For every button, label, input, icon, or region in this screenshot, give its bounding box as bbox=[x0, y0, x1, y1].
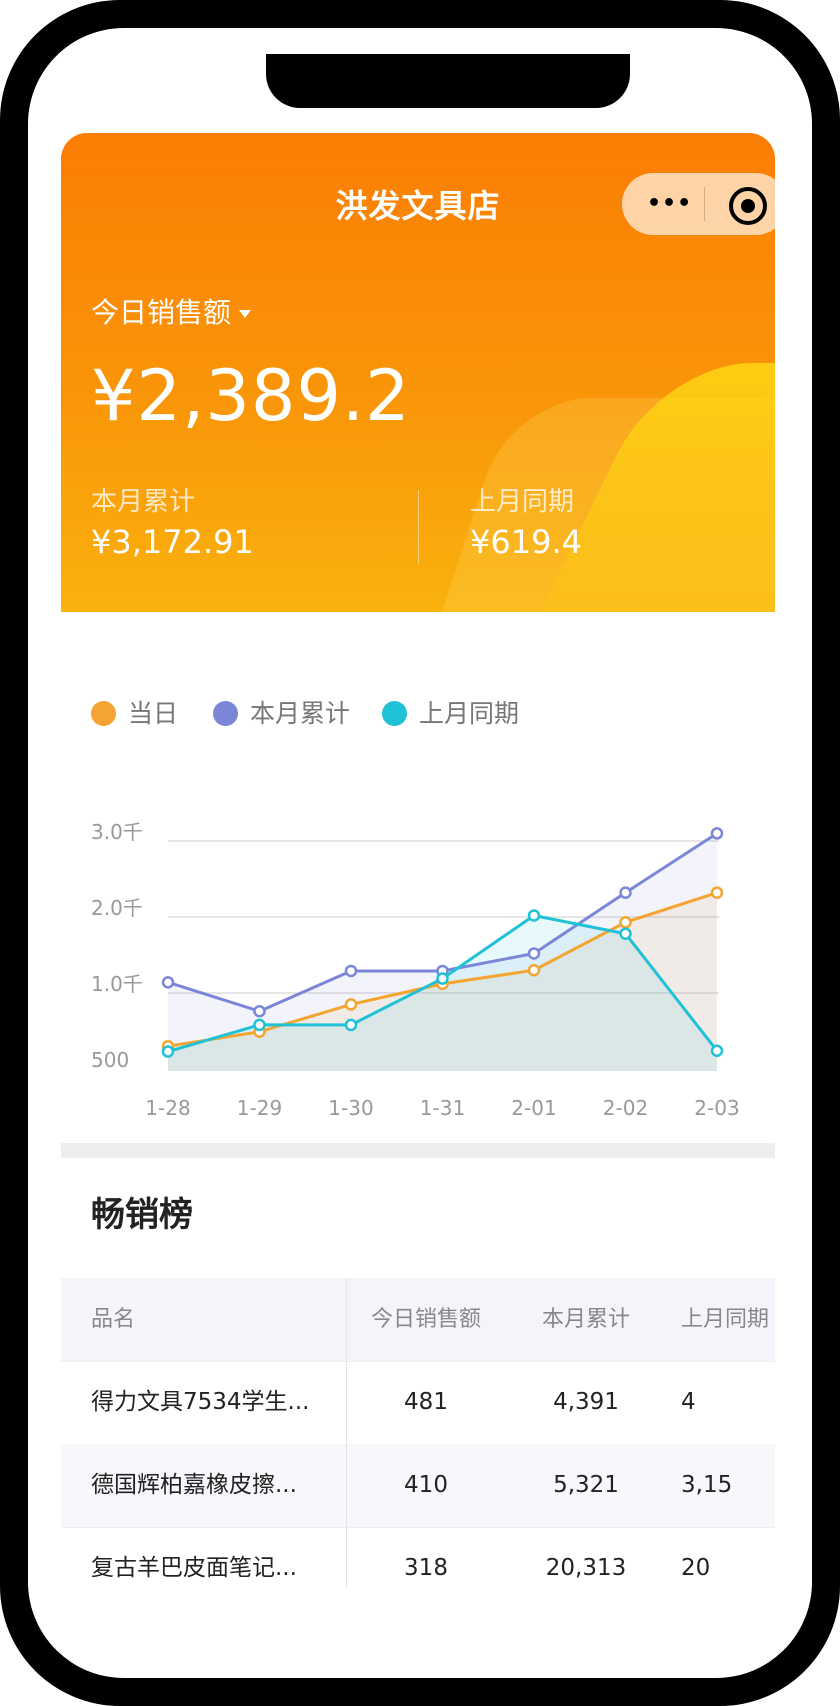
first-column-divider bbox=[346, 1278, 347, 1588]
today-sales: 410 bbox=[404, 1472, 448, 1498]
section-separator bbox=[61, 1143, 775, 1158]
table-header: 品名 今日销售额 本月累计 上月同期 bbox=[61, 1278, 775, 1362]
legend-dot bbox=[382, 701, 407, 726]
x-tick-label: 1-30 bbox=[328, 1096, 373, 1120]
product-name: 复古羊巴皮面笔记... bbox=[91, 1555, 297, 1581]
data-point[interactable] bbox=[436, 972, 449, 985]
caret-down-icon bbox=[239, 310, 252, 318]
data-point[interactable] bbox=[253, 1004, 266, 1018]
y-tick-label: 2.0千 bbox=[91, 896, 143, 920]
x-tick-label: 1-29 bbox=[237, 1096, 282, 1120]
table-row[interactable]: 复古羊巴皮面笔记... 318 20,313 20 bbox=[61, 1527, 775, 1588]
data-point[interactable] bbox=[344, 1018, 358, 1032]
data-point[interactable] bbox=[161, 976, 175, 989]
data-point[interactable] bbox=[527, 909, 541, 922]
metric-selector[interactable]: 今日销售额 bbox=[91, 291, 252, 331]
data-point[interactable] bbox=[619, 916, 632, 929]
table-row[interactable]: 德国辉柏嘉橡皮擦... 410 5,321 3,15 bbox=[61, 1444, 775, 1528]
data-point[interactable] bbox=[710, 886, 724, 899]
data-point[interactable] bbox=[619, 886, 632, 899]
bestseller-table: 品名 今日销售额 本月累计 上月同期 得力文具7534学生... 481 4,3… bbox=[61, 1278, 775, 1588]
month-sales: 5,321 bbox=[553, 1472, 619, 1498]
table-row[interactable]: 得力文具7534学生... 481 4,391 4 bbox=[61, 1361, 775, 1445]
product-name: 得力文具7534学生... bbox=[91, 1389, 310, 1415]
x-tick-label: 2-03 bbox=[694, 1096, 739, 1120]
y-tick-label: 500 bbox=[91, 1048, 129, 1072]
header-today: 今日销售额 bbox=[370, 1307, 481, 1332]
month-total-value: ¥3,172.91 bbox=[91, 523, 254, 561]
x-tick-label: 1-31 bbox=[420, 1096, 465, 1120]
header-month: 本月累计 bbox=[541, 1307, 630, 1332]
phone-frame: 洪发文具店 ••• 今日销售额 ¥2,389.2 本月累计 ¥3,172.91 … bbox=[0, 0, 840, 1706]
data-point[interactable] bbox=[710, 827, 724, 840]
sales-header-card: 洪发文具店 ••• 今日销售额 ¥2,389.2 本月累计 ¥3,172.91 … bbox=[61, 133, 775, 612]
legend-label: 当日 bbox=[128, 699, 179, 728]
target-circle-icon[interactable] bbox=[729, 187, 767, 225]
data-point[interactable] bbox=[710, 1044, 724, 1058]
today-sales-value: ¥2,389.2 bbox=[91, 355, 411, 437]
y-tick-label: 1.0千 bbox=[91, 972, 143, 996]
data-point[interactable] bbox=[619, 927, 632, 940]
today-sales: 318 bbox=[404, 1555, 448, 1581]
y-tick-label: 3.0千 bbox=[91, 820, 143, 844]
last-month-label: 上月同期 bbox=[470, 487, 575, 517]
legend-item-monthly[interactable]: 本月累计 bbox=[213, 699, 350, 729]
legend-item-last[interactable]: 上月同期 bbox=[382, 699, 519, 729]
data-point[interactable] bbox=[344, 998, 358, 1011]
metric-label: 今日销售额 bbox=[91, 296, 232, 329]
header-last: 上月同期 bbox=[681, 1307, 770, 1332]
data-point[interactable] bbox=[253, 1018, 266, 1032]
miniapp-capsule: ••• bbox=[622, 173, 775, 235]
data-point[interactable] bbox=[161, 1045, 175, 1058]
x-tick-label: 1-28 bbox=[145, 1096, 190, 1120]
last-month-sales: 3,15 bbox=[681, 1472, 733, 1498]
capsule-divider bbox=[704, 187, 705, 221]
summary-divider bbox=[418, 490, 419, 564]
product-name: 德国辉柏嘉橡皮擦... bbox=[91, 1472, 297, 1498]
data-point[interactable] bbox=[527, 947, 541, 960]
month-sales: 4,391 bbox=[553, 1389, 619, 1415]
more-dots-icon[interactable]: ••• bbox=[647, 191, 691, 217]
data-point[interactable] bbox=[344, 964, 358, 978]
phone-notch bbox=[266, 54, 630, 108]
month-total-label: 本月累计 bbox=[91, 487, 196, 517]
x-tick-label: 2-02 bbox=[603, 1096, 648, 1120]
bestseller-title: 畅销榜 bbox=[91, 1195, 193, 1235]
legend-label: 本月累计 bbox=[250, 699, 351, 728]
legend-item-daily[interactable]: 当日 bbox=[91, 699, 178, 729]
legend-dot bbox=[213, 701, 238, 726]
legend-label: 上月同期 bbox=[419, 699, 520, 728]
data-point[interactable] bbox=[527, 963, 541, 977]
month-sales: 20,313 bbox=[545, 1555, 627, 1581]
today-sales: 481 bbox=[404, 1389, 448, 1415]
app-content: 洪发文具店 ••• 今日销售额 ¥2,389.2 本月累计 ¥3,172.91 … bbox=[61, 133, 775, 1633]
last-month-sales: 4 bbox=[681, 1389, 696, 1415]
header-name: 品名 bbox=[91, 1307, 136, 1332]
last-month-value: ¥619.4 bbox=[470, 523, 582, 561]
sales-line-chart: 3.0千 2.0千 1.0千 500 1-28 1-29 1-30 1-31 2-01 2-02 2… bbox=[91, 820, 740, 1120]
x-tick-label: 2-01 bbox=[511, 1096, 556, 1120]
legend-dot bbox=[91, 701, 116, 726]
last-month-sales: 20 bbox=[681, 1555, 711, 1581]
phone-screen: 洪发文具店 ••• 今日销售额 ¥2,389.2 本月累计 ¥3,172.91 … bbox=[28, 28, 812, 1678]
